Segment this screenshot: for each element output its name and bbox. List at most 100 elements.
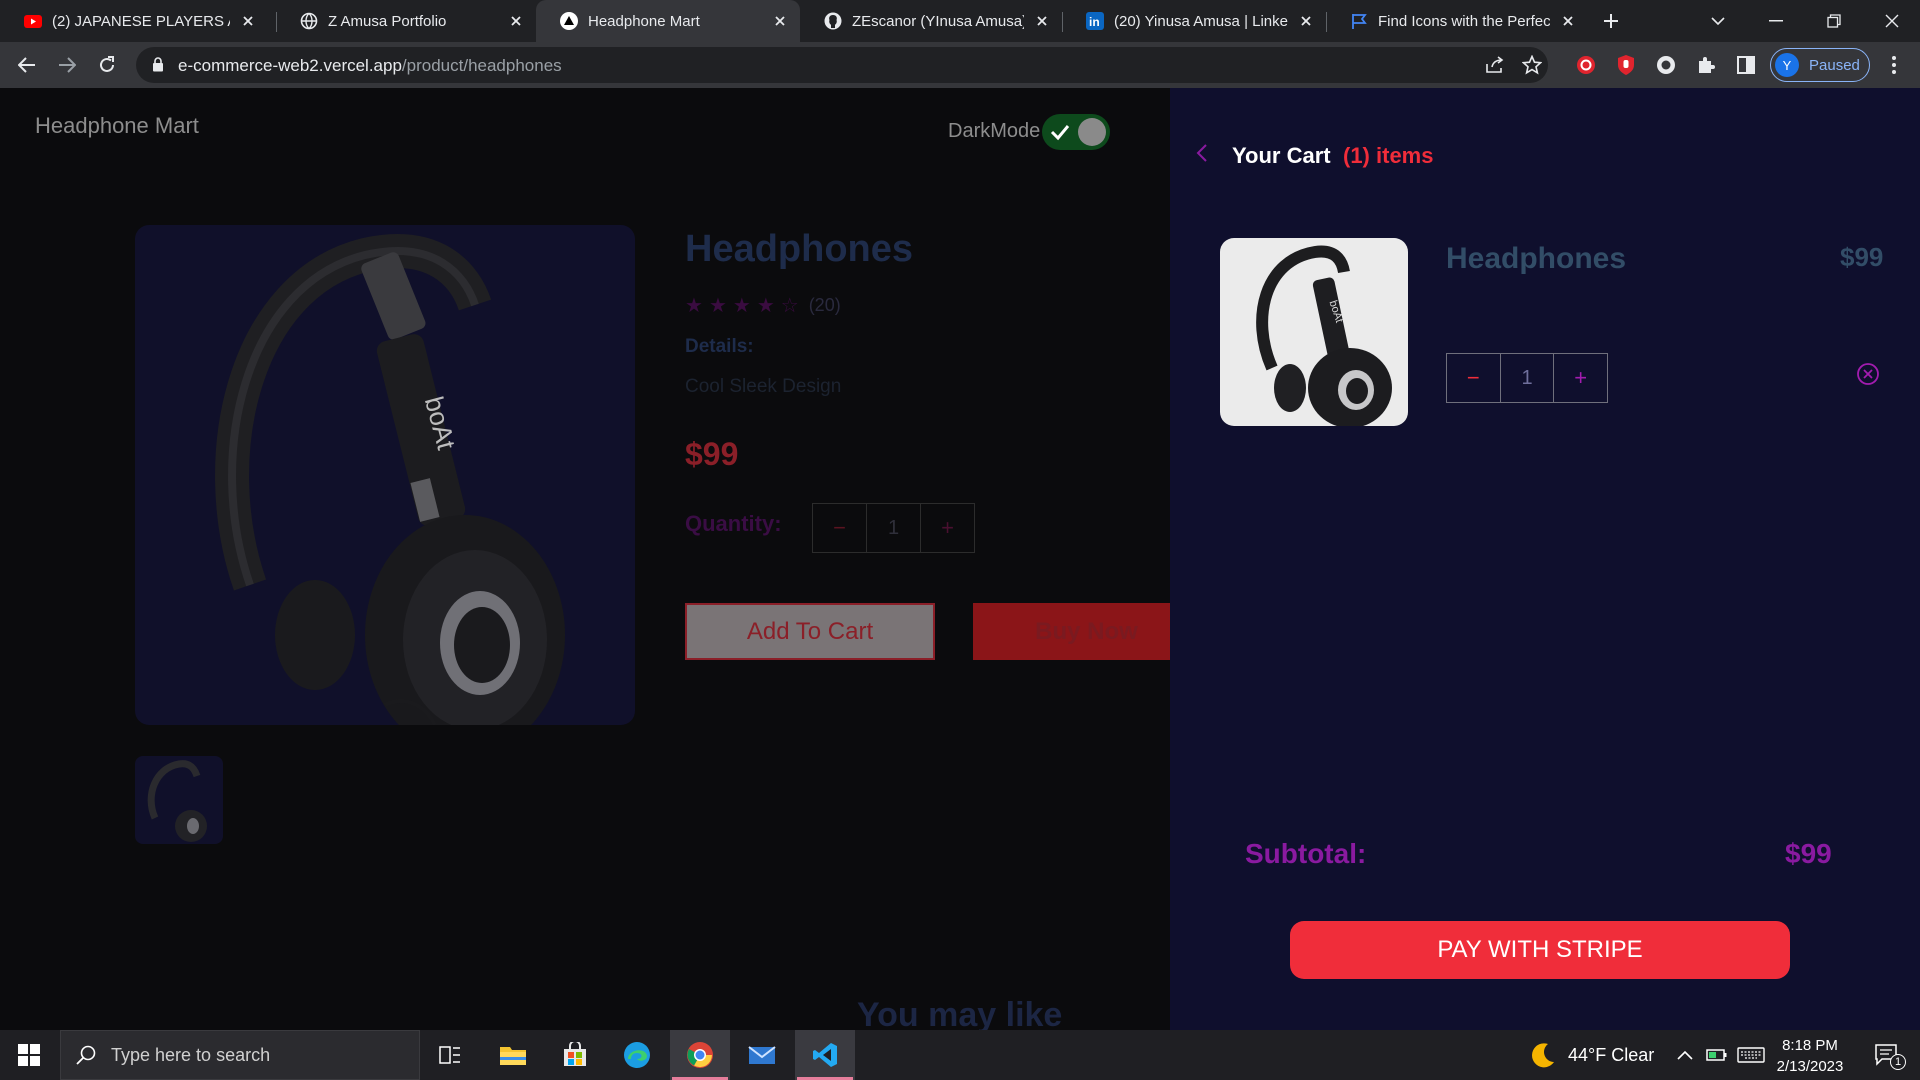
chrome-button[interactable]: [670, 1030, 730, 1080]
avatar: Y: [1775, 53, 1799, 77]
url-path: /product/headphones: [401, 56, 562, 75]
tab-title: Z Amusa Portfolio: [328, 12, 447, 30]
keyboard-button[interactable]: [1734, 1030, 1768, 1080]
task-view-icon: [439, 1046, 460, 1064]
tab-github[interactable]: ZEscanor (YInusa Amusa): [800, 0, 1062, 42]
reload-icon: [100, 56, 114, 72]
quantity-increase-button[interactable]: +: [921, 504, 974, 552]
taskbar-search[interactable]: Type here to search: [60, 1030, 420, 1080]
close-icon[interactable]: [238, 11, 258, 31]
profile-button[interactable]: Y Paused: [1770, 48, 1870, 82]
weather-widget[interactable]: 44°F Clear: [1528, 1030, 1654, 1080]
store-icon: [564, 1042, 586, 1066]
edge-icon: [624, 1042, 650, 1068]
edge-button[interactable]: [607, 1030, 667, 1080]
tab-title: Headphone Mart: [588, 12, 700, 30]
bookmark-star-icon[interactable]: [1521, 54, 1543, 76]
minimize-icon: [1769, 20, 1783, 22]
tab-youtube[interactable]: (2) JAPANESE PLAYERS ARE: [0, 0, 268, 42]
search-placeholder: Type here to search: [111, 1044, 271, 1065]
product-thumbnail[interactable]: [135, 756, 223, 844]
file-explorer-button[interactable]: [483, 1030, 543, 1080]
cart-panel: Your Cart (1) items boAt Headphones $99 …: [1170, 88, 1920, 1030]
extension-red-icon[interactable]: [1572, 51, 1600, 79]
chevron-down-icon: [1711, 17, 1725, 26]
page-content: Headphone Mart DarkMode boAt Headphones …: [0, 88, 1920, 1030]
forward-button[interactable]: [53, 51, 81, 79]
start-button[interactable]: [0, 1030, 58, 1080]
lock-icon[interactable]: [152, 57, 164, 77]
cart-item-price: $99: [1840, 242, 1884, 272]
cart-quantity-value: 1: [1501, 354, 1555, 402]
cart-back-button[interactable]: [1195, 142, 1209, 169]
tab-linkedin[interactable]: in (20) Yinusa Amusa | Linkedi: [1062, 0, 1326, 42]
cart-quantity-decrease-button[interactable]: −: [1447, 354, 1501, 402]
close-icon[interactable]: [1296, 11, 1316, 31]
profile-status: Paused: [1809, 56, 1860, 74]
tab-title: (20) Yinusa Amusa | Linkedi: [1114, 12, 1288, 30]
folder-icon: [500, 1047, 526, 1065]
share-icon[interactable]: [1484, 54, 1506, 76]
screen: (2) JAPANESE PLAYERS ARE Z Amusa Portfol…: [0, 0, 1920, 1080]
close-icon: [1885, 14, 1899, 28]
reload-button[interactable]: [93, 51, 121, 79]
side-panel-icon[interactable]: [1732, 51, 1760, 79]
cart-item-count: (1) items: [1343, 143, 1434, 168]
browser-menu-button[interactable]: [1880, 51, 1908, 79]
notifications-button[interactable]: 1: [1862, 1030, 1912, 1080]
star-filled-icon: ★: [732, 295, 751, 317]
microsoft-store-button[interactable]: [545, 1030, 605, 1080]
star-filled-icon: ★: [708, 295, 727, 317]
tray-overflow-button[interactable]: [1670, 1030, 1700, 1080]
close-icon[interactable]: [506, 11, 526, 31]
darkmode-toggle[interactable]: [1042, 114, 1110, 150]
extensions-puzzle-icon[interactable]: [1692, 51, 1720, 79]
headphones-image: boAt: [1256, 245, 1392, 428]
toggle-knob: [1078, 118, 1106, 146]
mail-button[interactable]: [732, 1030, 792, 1080]
buy-now-button[interactable]: Buy Now: [973, 603, 1170, 660]
headphones-image: boAt: [215, 234, 565, 755]
notification-count-badge: 1: [1890, 1054, 1906, 1070]
tab-portfolio[interactable]: Z Amusa Portfolio: [276, 0, 536, 42]
add-to-cart-button[interactable]: Add To Cart: [685, 603, 935, 660]
tab-headphone-mart[interactable]: Headphone Mart: [536, 0, 800, 42]
review-count: (20): [808, 295, 841, 315]
check-icon: [1050, 125, 1070, 141]
extension-circle-icon[interactable]: [1652, 51, 1680, 79]
quantity-decrease-button[interactable]: −: [813, 504, 867, 552]
extension-hand-icon[interactable]: [1612, 51, 1640, 79]
restore-button[interactable]: [1806, 0, 1862, 42]
svg-text:in: in: [1089, 15, 1100, 29]
clock-time: 8:18 PM: [1782, 1037, 1838, 1054]
task-view-button[interactable]: [420, 1030, 480, 1080]
minimize-button[interactable]: [1748, 0, 1804, 42]
cart-quantity-increase-button[interactable]: +: [1554, 354, 1607, 402]
chevron-left-icon: [1196, 144, 1207, 162]
clock[interactable]: 8:18 PM 2/13/2023: [1770, 1035, 1850, 1077]
network-button[interactable]: [1702, 1030, 1732, 1080]
quantity-stepper: − 1 +: [812, 503, 975, 553]
tab-find-icons[interactable]: Find Icons with the Perfect l: [1326, 0, 1588, 42]
url-text: e-commerce-web2.vercel.app/product/headp…: [178, 56, 562, 76]
address-bar[interactable]: e-commerce-web2.vercel.app/product/headp…: [136, 47, 1548, 83]
new-tab-button[interactable]: [1598, 8, 1624, 34]
window-close-button[interactable]: [1864, 0, 1920, 42]
keyboard-icon: [1737, 1047, 1765, 1063]
cart-quantity-stepper: − 1 +: [1446, 353, 1608, 403]
vscode-button[interactable]: [795, 1030, 855, 1080]
cart-title: Your Cart: [1232, 143, 1331, 168]
pay-with-stripe-button[interactable]: PAY WITH STRIPE: [1290, 921, 1790, 979]
close-icon[interactable]: [770, 11, 790, 31]
product-price: $99: [685, 436, 739, 472]
close-icon[interactable]: [1558, 11, 1578, 31]
tab-search-button[interactable]: [1690, 0, 1746, 42]
brand-logo[interactable]: Headphone Mart: [35, 113, 199, 139]
headphones-thumbnail-image: [147, 760, 207, 842]
remove-item-button[interactable]: [1856, 362, 1880, 391]
close-icon[interactable]: [1032, 11, 1052, 31]
vscode-icon: [813, 1043, 837, 1067]
back-button[interactable]: [13, 51, 41, 79]
chrome-icon: [687, 1042, 713, 1068]
kebab-menu-icon: [1892, 56, 1896, 74]
